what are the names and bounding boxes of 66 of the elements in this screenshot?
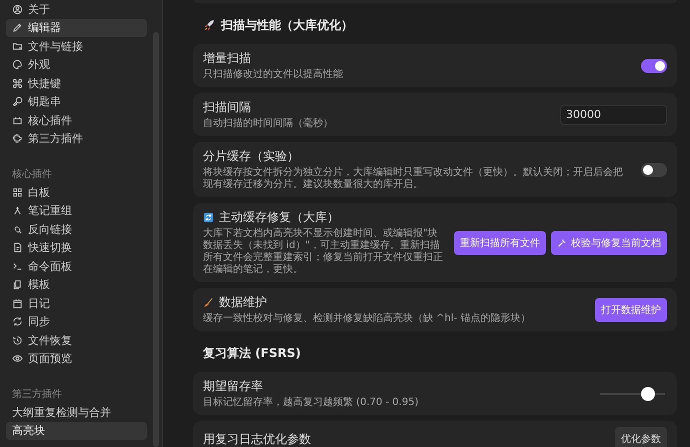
setting-name: 主动缓存修复（大库） [219,209,339,226]
setting-description: 缓存一致性校对与修复、检测并修复缺陷高亮块（缺 ^hl- 锚点的隐形块） [203,313,532,325]
sidebar-item[interactable]: 命令面板 [6,257,147,276]
puzzle-icon [12,133,23,144]
section-heading: 扫描与性能（大库优化） [221,17,353,34]
setting-description: 只扫描修改过的文件以提高性能 [203,69,344,81]
group-heading: 核心插件 [11,168,53,182]
setting-name: 用复习日志优化参数 [203,430,311,447]
sidebar-item[interactable]: 快捷键 [6,74,147,92]
sidebar-item[interactable]: 钥匙串 [6,92,147,111]
sidebar-item[interactable]: 外观 [6,56,147,74]
sidebar-item[interactable]: 反向链接 [6,220,147,238]
terminal-icon [12,260,23,272]
setting-description: 自动扫描的时间间隔（毫秒） [203,118,334,130]
sidebar-item[interactable]: 文件恢复 [6,331,147,350]
toggle-switch[interactable] [641,58,667,72]
setting-name: 分片缓存（实验） [203,148,299,165]
rocket-icon [203,19,216,32]
key-icon [12,96,23,108]
sidebar-item[interactable]: 页面预览 [6,350,147,368]
wrench-icon [557,238,567,248]
sidebar-item[interactable]: 模板 [6,276,147,294]
refresh-icon [203,212,214,223]
palette-icon [12,59,23,70]
broom-icon [203,297,214,308]
sidebar-item[interactable]: 高亮块 [6,422,147,440]
history-icon [12,334,23,346]
sidebar-item[interactable]: 关于 [6,0,147,18]
copy-icon [12,279,23,290]
setting-name: 数据维护 [219,294,267,311]
sidebar-item[interactable]: 第三方插件 [6,130,147,148]
box-icon [12,114,23,126]
sidebar-item[interactable]: 编辑器 [6,18,147,37]
branch-icon [12,205,23,216]
sidebar-item[interactable]: 同步 [6,312,147,331]
folder-icon [12,40,23,52]
group-heading: 第三方插件 [11,388,63,402]
sidebar-item[interactable]: 快速切换 [6,238,147,257]
eye-icon [12,353,23,364]
action-button[interactable]: 打开数据维护 [595,298,667,322]
setting-description: 目标记忆留存率，越高复习越频繁 (0.70 - 0.95) [203,397,420,409]
setting-description: 将块缓存按文件拆分为独立分片，大库编辑时只重写改动文件（更快）。默认关闭；开启后会把现有缓存迁移为分片。建议块数量很大的库开启。 [203,167,624,191]
sync-icon [12,316,23,328]
action-button[interactable]: 重新扫描所有文件 [454,230,546,254]
setting-description: 大库下若文档内高亮块不显示创建时间、或编辑报"块数据丢失（未找到 id）"，可主动重建缓存。重新扫描所有文件会完整重建索引；修复当前打开文件仅重扫正在编辑的笔记，更快。 [203,228,444,276]
setting-name: 增量扫描 [203,50,251,67]
sidebar-item[interactable]: 核心插件 [6,111,147,130]
calendar-icon [12,298,23,309]
optimize-button[interactable]: 优化参数 [615,427,667,447]
grid-icon [12,186,23,198]
sidebar-item[interactable]: 文件与链接 [6,37,147,56]
pencil-icon [12,22,23,34]
sidebar-item[interactable]: 日记 [6,294,147,312]
toggle-switch[interactable] [641,162,667,176]
action-button[interactable]: 校验与修复当前文档 [551,230,667,254]
sidebar-item[interactable]: 大纲重复检测与合并 [6,403,147,422]
command-icon [12,78,23,89]
setting-name: 扫描间隔 [203,99,251,116]
document-icon [12,242,23,254]
interval-input-field[interactable]: 30000 [560,104,667,124]
setting-name: 期望留存率 [203,378,263,395]
slider-thumb[interactable] [640,386,655,400]
link-icon [12,224,23,235]
section-heading: 复习算法 (FSRS) [203,345,301,362]
sidebar-item[interactable]: 笔记重组 [6,202,147,220]
sidebar-item[interactable]: 白板 [6,183,147,202]
